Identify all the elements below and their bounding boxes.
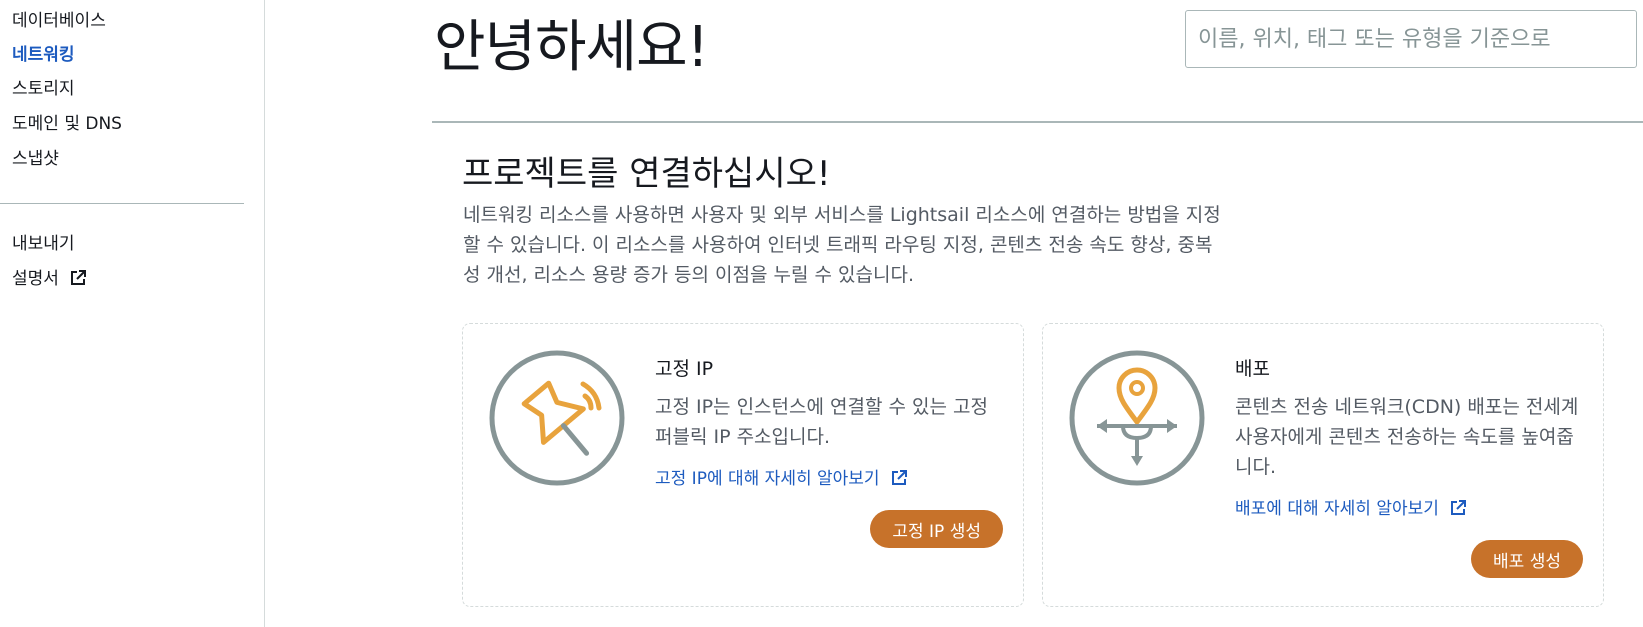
sidebar-item-documentation[interactable]: 설명서 xyxy=(12,264,87,289)
external-link-icon xyxy=(71,270,87,285)
sidebar-item-domains-dns[interactable]: 도메인 및 DNS xyxy=(12,109,122,134)
external-link-icon xyxy=(1451,500,1467,515)
card-description: 콘텐츠 전송 네트워크(CDN) 배포는 전세계 사용자에게 콘텐츠 전송하는 … xyxy=(1235,396,1579,478)
link-label: 고정 IP에 대해 자세히 알아보기 xyxy=(655,469,880,489)
link-label: 배포에 대해 자세히 알아보기 xyxy=(1235,499,1439,519)
card-description: 고정 IP는 인스턴스에 연결할 수 있는 고정 퍼블릭 IP 주소입니다. xyxy=(655,396,988,448)
distribution-card: 배포 콘텐츠 전송 네트워크(CDN) 배포는 전세계 사용자에게 콘텐츠 전송… xyxy=(1042,323,1604,607)
sidebar-item-label: 설명서 xyxy=(12,269,59,289)
card-title: 배포 xyxy=(1235,358,1270,380)
sidebar-item-databases[interactable]: 데이터베이스 xyxy=(12,6,106,31)
create-static-ip-button[interactable]: 고정 IP 생성 xyxy=(870,510,1003,548)
external-link-icon xyxy=(891,470,907,485)
section-description: 네트워킹 리소스를 사용하면 사용자 및 외부 서비스를 Lightsail 리… xyxy=(463,204,1221,286)
sidebar: 데이터베이스 네트워킹 스토리지 도메인 및 DNS 스냅샷 내보내기 설명서 xyxy=(0,0,265,627)
sidebar-item-networking[interactable]: 네트워킹 xyxy=(12,40,75,65)
sidebar-item-storage[interactable]: 스토리지 xyxy=(12,74,75,99)
learn-more-static-ip-link[interactable]: 고정 IP에 대해 자세히 알아보기 xyxy=(655,464,907,489)
header-divider xyxy=(432,121,1643,123)
page-greeting: 안녕하세요! xyxy=(434,15,709,80)
learn-more-distribution-link[interactable]: 배포에 대해 자세히 알아보기 xyxy=(1235,494,1467,519)
search-input[interactable] xyxy=(1185,10,1637,68)
sidebar-item-export[interactable]: 내보내기 xyxy=(12,229,75,254)
sidebar-divider xyxy=(0,203,244,204)
create-distribution-button[interactable]: 배포 생성 xyxy=(1471,540,1583,578)
card-title: 고정 IP xyxy=(655,358,714,380)
sidebar-item-snapshots[interactable]: 스냅샷 xyxy=(12,144,59,169)
static-ip-card: 고정 IP 고정 IP는 인스턴스에 연결할 수 있는 고정 퍼블릭 IP 주소… xyxy=(462,323,1024,607)
section-title: 프로젝트를 연결하십시오! xyxy=(462,154,831,194)
distribution-icon xyxy=(1069,350,1205,486)
pushpin-icon xyxy=(489,350,625,486)
